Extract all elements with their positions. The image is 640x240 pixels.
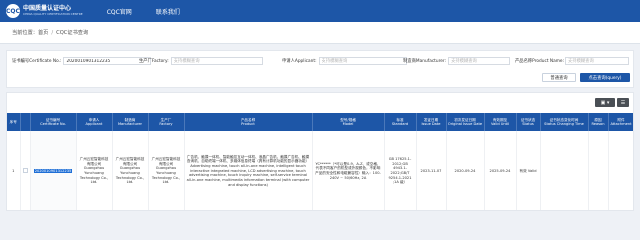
- header-status-changing-time[interactable]: 证书状态变化时间 Status Changing Time: [540, 113, 589, 131]
- factory-input[interactable]: [170, 57, 263, 65]
- cell-status-changing-time: [540, 131, 589, 210]
- header-applicant[interactable]: 申请人 Applicant: [76, 113, 113, 131]
- nav-contact-us[interactable]: 联系我们: [156, 7, 180, 16]
- header-reason[interactable]: 原因 Reason: [588, 113, 609, 131]
- table-row[interactable]: 1 2020010901312235 广州云宏智能科技有限公司 Guangzho…: [7, 131, 633, 210]
- factory-label: 生产厂Factory:: [139, 59, 169, 64]
- header-standard[interactable]: 标准 Standard: [384, 113, 417, 131]
- row-checkbox[interactable]: [22, 168, 28, 174]
- product-name-input[interactable]: [565, 57, 629, 65]
- header-product[interactable]: 产品名称 Product: [184, 113, 313, 131]
- manufacturer-input[interactable]: [448, 57, 511, 65]
- table-toolbar: ▣ ▾ ☰: [595, 98, 629, 107]
- product-name-field: 产品名称Product Name:: [515, 57, 629, 65]
- cell-cert-no[interactable]: 2020010901312235: [30, 131, 77, 210]
- cert-no-label: 证书编号Certificate No.:: [12, 59, 62, 64]
- header-attachment[interactable]: 附件 Attachment: [608, 113, 633, 131]
- cell-status: 有效 Valid: [516, 131, 541, 210]
- cell-applicant: 广州云宏智能科技有限公司 Guangzhou Yunchuang Technol…: [76, 131, 113, 210]
- cell-attachment[interactable]: [608, 131, 633, 210]
- cell-factory: 广州云宏智能科技有限公司 Guangzhou Yunchuang Technol…: [148, 131, 185, 210]
- breadcrumb-separator: /: [51, 29, 54, 36]
- breadcrumb-prefix: 当前位置：: [12, 30, 38, 36]
- product-name-label: 产品名称Product Name:: [515, 59, 564, 64]
- cell-reason: [588, 131, 609, 210]
- header-status[interactable]: 证书状态 Status: [516, 113, 541, 131]
- header-factory[interactable]: 生产厂 Factory: [148, 113, 185, 131]
- cell-product: 广告机、触摸一体机、智能触控互动一体机、液晶广告机、触摸广告机、触摸查询机、自助…: [184, 131, 313, 210]
- applicant-input[interactable]: [318, 57, 407, 65]
- manufacturer-label: 制造商Manufacturer:: [403, 59, 447, 64]
- cell-manufacturer: 广州云宏智能科技有限公司 Guangzhou Yunchuang Technol…: [112, 131, 149, 210]
- column-toggle-button[interactable]: ▣ ▾: [595, 98, 615, 107]
- search-panel: 证书编号Certificate No.: 生产厂Factory: 申请人Appl…: [6, 50, 634, 88]
- main-nav: CQC官网 联系我们: [107, 7, 204, 16]
- cell-index: 1: [7, 131, 21, 210]
- applicant-label: 申请人Applicant:: [282, 59, 317, 64]
- cell-select[interactable]: [20, 131, 31, 210]
- header-model[interactable]: 型号/规格 Model: [312, 113, 385, 131]
- query-button[interactable]: 点击查询(query): [580, 73, 630, 82]
- cert-no-link[interactable]: 2020010901312235: [33, 168, 73, 173]
- header-index: 序号: [7, 113, 21, 131]
- table-header-row: 序号 证书编号 Certificate No. 申请人 Applicant 制造商 M…: [7, 113, 633, 131]
- header-select: [20, 113, 31, 131]
- breadcrumb: 当前位置： 首页 / CQC证书查询: [0, 22, 640, 44]
- header-issue-date[interactable]: 发证日期 Issue Date: [416, 113, 447, 131]
- cell-valid-until: 2025-09-24: [484, 131, 517, 210]
- normal-search-button[interactable]: 普通查询: [542, 73, 576, 82]
- manufacturer-field: 制造商Manufacturer:: [403, 57, 511, 65]
- applicant-field: 申请人Applicant:: [282, 57, 407, 65]
- header-original-issue-date[interactable]: 初次发证日期 Original Issue Date: [446, 113, 485, 131]
- results-panel: ▣ ▾ ☰ 序号 证书编号 Certificate No. 申请人 Applican…: [6, 92, 634, 211]
- cert-no-field: 证书编号Certificate No.:: [12, 57, 152, 65]
- logo-title-en: CHINA QUALITY CERTIFICATION CENTRE: [23, 12, 83, 16]
- cell-standard: GB 17625.1-2012;GB 4943.1-2022;GB/T 9254…: [384, 131, 417, 210]
- header-valid-until[interactable]: 有效期至 Valid Until: [484, 113, 517, 131]
- cqc-logo[interactable]: CQC 中国质量认证中心 CHINA QUALITY CERTIFICATION…: [6, 4, 83, 18]
- results-table: 序号 证书编号 Certificate No. 申请人 Applicant 制造商 M…: [7, 113, 633, 210]
- nav-cqc-website[interactable]: CQC官网: [107, 7, 132, 16]
- breadcrumb-current: CQC证书查询: [56, 30, 89, 36]
- cqc-badge-icon: CQC: [6, 4, 20, 18]
- cell-original-issue-date: 2020-09-24: [446, 131, 485, 210]
- header-cert-no[interactable]: 证书编号 Certificate No.: [30, 113, 77, 131]
- breadcrumb-home[interactable]: 首页: [38, 29, 48, 36]
- cell-issue-date: 2023-11-07: [416, 131, 447, 210]
- header-manufacturer[interactable]: 制造商 Manufacturer: [112, 113, 149, 131]
- top-navigation-bar: CQC 中国质量认证中心 CHINA QUALITY CERTIFICATION…: [0, 0, 640, 22]
- cell-model: YC******（*可以是0-9、A-Z、或空格、代表不同客户的机型或外观颜色，…: [312, 131, 385, 210]
- factory-field: 生产厂Factory:: [139, 57, 263, 65]
- list-view-button[interactable]: ☰: [617, 98, 629, 107]
